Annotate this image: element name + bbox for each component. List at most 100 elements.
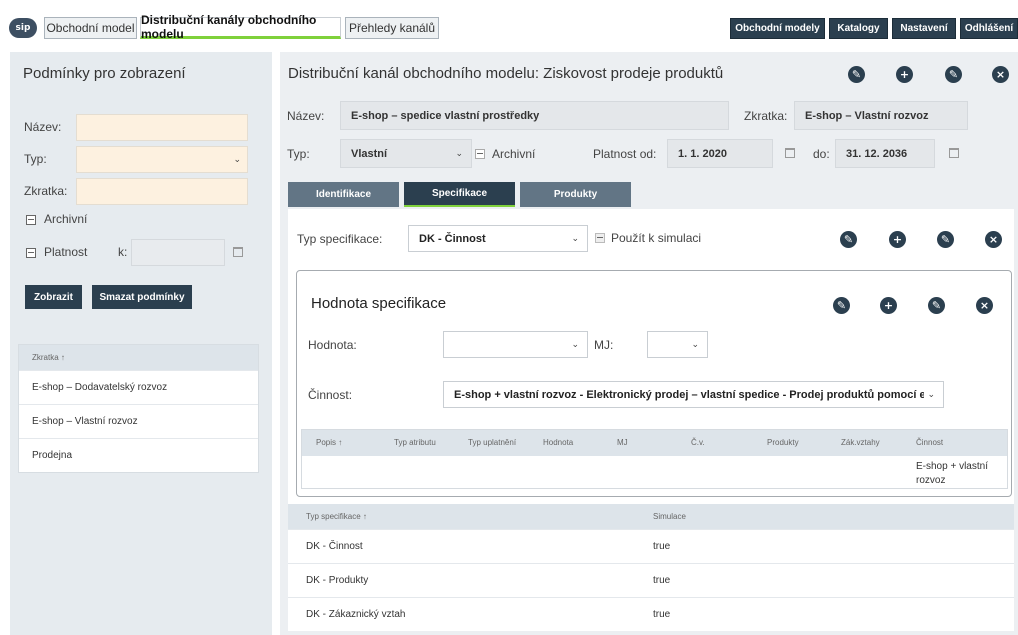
type-select[interactable]: ⌄	[76, 146, 248, 173]
activity-value: E-shop + vlastní rozvoz - Elektronický p…	[454, 388, 924, 401]
type-value: Vlastní	[351, 147, 388, 160]
top-navigation: sip Obchodní model Distribuční kanály ob…	[0, 13, 1018, 42]
chevron-down-icon: ⌄	[233, 154, 241, 164]
type-label: Typ:	[24, 152, 47, 166]
use-simulation-checkbox[interactable]	[595, 233, 605, 243]
channel-list: Zkratka ↑ E-shop – Dodavatelský rozvoz E…	[18, 344, 259, 473]
list-item[interactable]: E-shop – Vlastní rozvoz	[19, 404, 258, 438]
valid-to-field[interactable]: 31. 12. 2036	[835, 139, 935, 168]
close-icon[interactable]: ×	[985, 231, 1002, 248]
business-models-button[interactable]: Obchodní modely	[730, 18, 825, 39]
edit-icon[interactable]: ✎	[848, 66, 865, 83]
filter-panel: Podmínky pro zobrazení Název: Typ: ⌄ Zkr…	[10, 52, 272, 635]
calendar-icon[interactable]	[949, 148, 959, 158]
add-icon[interactable]: +	[880, 297, 897, 314]
table-cell-simulation: true	[653, 575, 671, 586]
abbr-label: Zkratka:	[24, 184, 68, 198]
column-header[interactable]: Činnost	[916, 438, 943, 447]
abbr-label: Zkratka:	[744, 109, 788, 123]
column-header[interactable]: Popis ↑	[316, 438, 342, 447]
calendar-icon[interactable]	[233, 247, 243, 257]
validity-k-label: k:	[118, 245, 128, 259]
chevron-down-icon: ⌄	[571, 233, 579, 243]
archived-label: Archivní	[492, 147, 536, 161]
unit-select[interactable]: ⌄	[647, 331, 708, 358]
edit-alt-icon[interactable]: ✎	[945, 66, 962, 83]
name-field[interactable]: E-shop – spedice vlastní prostředky	[340, 101, 729, 130]
column-header-abbr[interactable]: Zkratka ↑	[19, 345, 258, 370]
type-label: Typ:	[287, 147, 310, 161]
logo: sip	[9, 18, 37, 38]
spec-type-value: DK - Činnost	[419, 232, 486, 245]
edit-icon[interactable]: ✎	[833, 297, 850, 314]
specification-panel: Typ specifikace: DK - Činnost ⌄ Použít k…	[288, 209, 1014, 511]
validity-checkbox[interactable]	[26, 248, 36, 258]
column-header[interactable]: Č.v.	[691, 438, 705, 447]
activity-select[interactable]: E-shop + vlastní rozvoz - Elektronický p…	[443, 381, 944, 408]
activity-label: Činnost:	[308, 388, 353, 402]
tab-identification[interactable]: Identifikace	[288, 182, 399, 207]
settings-button[interactable]: Nastavení	[892, 18, 956, 39]
valid-to-label: do:	[813, 147, 830, 161]
column-header-simulation[interactable]: Simulace	[653, 512, 686, 521]
edit-icon[interactable]: ✎	[840, 231, 857, 248]
logo-text: sip	[15, 23, 31, 33]
add-icon[interactable]: +	[889, 231, 906, 248]
chevron-down-icon: ⌄	[571, 339, 579, 349]
value-table-header: Popis ↑ Typ atributu Typ uplatnění Hodno…	[302, 430, 1007, 456]
value-panel-title: Hodnota specifikace	[311, 295, 447, 312]
edit-alt-icon[interactable]: ✎	[937, 231, 954, 248]
column-header[interactable]: Zák.vztahy	[841, 438, 880, 447]
specification-table: Typ specifikace ↑ Simulace DK - Činnost …	[288, 504, 1014, 631]
abbr-field[interactable]: E-shop – Vlastní rozvoz	[794, 101, 968, 130]
list-item[interactable]: E-shop – Dodavatelský rozvoz	[19, 370, 258, 404]
valid-from-field[interactable]: 1. 1. 2020	[667, 139, 773, 168]
validity-date-input[interactable]	[131, 239, 225, 266]
column-header-spec-type[interactable]: Typ specifikace ↑	[306, 512, 367, 521]
spec-type-label: Typ specifikace:	[297, 232, 383, 246]
clear-conditions-button[interactable]: Smazat podmínky	[92, 285, 192, 309]
table-cell-simulation: true	[653, 541, 671, 552]
table-row[interactable]: DK - Produkty true	[288, 563, 1014, 597]
tab-specification[interactable]: Specifikace	[404, 182, 515, 207]
value-label: Hodnota:	[308, 338, 357, 352]
filter-title: Podmínky pro zobrazení	[23, 65, 186, 82]
show-button[interactable]: Zobrazit	[25, 285, 82, 309]
abbr-input[interactable]	[76, 178, 248, 205]
catalogs-button[interactable]: Katalogy	[829, 18, 888, 39]
close-icon[interactable]: ×	[992, 66, 1009, 83]
tab-products[interactable]: Produkty	[520, 182, 631, 207]
column-header[interactable]: Typ atributu	[394, 438, 436, 447]
list-item[interactable]: Prodejna	[19, 438, 258, 472]
value-select[interactable]: ⌄	[443, 331, 588, 358]
tab-distribution-channels[interactable]: Distribuční kanály obchodního modelu	[140, 13, 341, 41]
unit-label: MJ:	[594, 338, 614, 352]
close-icon[interactable]: ×	[976, 297, 993, 314]
type-select[interactable]: Vlastní ⌄	[340, 139, 472, 168]
table-row[interactable]: DK - Zákaznický vztah true	[288, 597, 1014, 631]
add-icon[interactable]: +	[896, 66, 913, 83]
specification-table-header: Typ specifikace ↑ Simulace	[288, 504, 1014, 529]
column-header[interactable]: Hodnota	[543, 438, 573, 447]
detail-panel: Distribuční kanál obchodního modelu: Zis…	[280, 52, 1018, 635]
spec-type-select[interactable]: DK - Činnost ⌄	[408, 225, 588, 252]
table-cell-type: DK - Produkty	[306, 575, 369, 586]
column-header[interactable]: Typ uplatnění	[468, 438, 516, 447]
edit-alt-icon[interactable]: ✎	[928, 297, 945, 314]
table-cell-activity: E-shop + vlastní rozvoz	[916, 461, 988, 486]
archived-checkbox[interactable]	[475, 149, 485, 159]
archived-checkbox[interactable]	[26, 215, 36, 225]
use-simulation-label: Použít k simulaci	[611, 231, 702, 245]
calendar-icon[interactable]	[785, 148, 795, 158]
tab-channel-overviews[interactable]: Přehledy kanálů	[345, 17, 439, 39]
name-label: Název:	[24, 120, 62, 134]
page-title: Distribuční kanál obchodního modelu: Zis…	[288, 65, 724, 82]
column-header[interactable]: Produkty	[767, 438, 799, 447]
chevron-down-icon: ⌄	[455, 148, 463, 158]
name-input[interactable]	[76, 114, 248, 141]
tab-business-model[interactable]: Obchodní model	[44, 17, 137, 39]
archived-label: Archivní	[44, 212, 88, 226]
logout-button[interactable]: Odhlášení	[960, 18, 1018, 39]
table-row[interactable]: DK - Činnost true	[288, 529, 1014, 563]
column-header[interactable]: MJ	[617, 438, 628, 447]
